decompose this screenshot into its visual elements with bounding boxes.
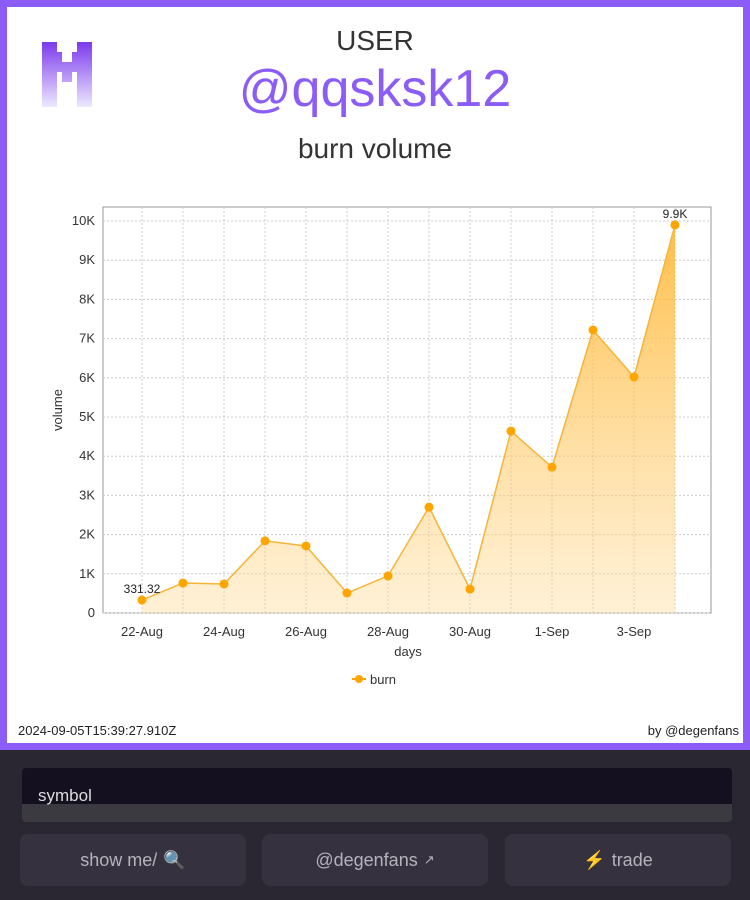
data-point: [506, 426, 516, 436]
y-tick-label: 9K: [79, 252, 95, 267]
x-tick-label: 26-Aug: [285, 624, 327, 639]
y-tick-label: 0: [88, 605, 95, 620]
symbol-input[interactable]: symbol: [22, 768, 732, 822]
y-tick-label: 1K: [79, 566, 95, 581]
symbol-input-value: symbol: [38, 786, 92, 805]
y-axis-label: volume: [50, 389, 65, 431]
degenfans-link-button[interactable]: @degenfans ↗: [262, 834, 488, 886]
data-point: [178, 578, 188, 588]
y-tick-label: 2K: [79, 527, 95, 542]
data-point: [260, 536, 270, 546]
y-tick-label: 3K: [79, 487, 95, 502]
degenfans-label: @degenfans: [315, 849, 418, 870]
y-tick-label: 7K: [79, 331, 95, 346]
trade-label: trade: [611, 849, 653, 870]
x-tick-label: 22-Aug: [121, 624, 163, 639]
y-tick-label: 4K: [79, 448, 95, 463]
x-tick-label: 1-Sep: [535, 624, 570, 639]
data-point: [342, 588, 352, 598]
data-label: 9.9K: [663, 207, 688, 221]
trade-button[interactable]: ⚡ trade: [505, 834, 731, 886]
data-point: [424, 502, 434, 512]
data-point: [219, 579, 229, 589]
y-tick-label: 6K: [79, 370, 95, 385]
x-tick-label: 24-Aug: [203, 624, 245, 639]
data-label: 331.32: [124, 582, 161, 596]
show-me-button[interactable]: show me/🔍: [20, 834, 246, 886]
burn-volume-chart: 0 1K 2K 3K 4K 5K 6K 7K 8K 9K 10K 22-Aug 24-Aug 26-Aug…: [50, 206, 712, 687]
data-point: [629, 372, 639, 382]
y-tick-label: 5K: [79, 409, 95, 424]
x-tick-label: 30-Aug: [449, 624, 491, 639]
x-axis-label: days: [394, 644, 422, 659]
data-point: [137, 595, 147, 605]
data-point: [465, 584, 475, 594]
magnifier-icon: 🔍: [163, 849, 186, 870]
data-point: [670, 220, 680, 230]
legend-marker: [355, 675, 363, 683]
lightning-icon: ⚡: [583, 849, 606, 870]
y-tick-label: 8K: [79, 291, 95, 306]
external-link-icon: ↗: [423, 852, 435, 867]
x-tick-label: 3-Sep: [617, 624, 652, 639]
show-me-label: show me/: [80, 849, 158, 870]
data-point: [588, 325, 598, 335]
data-point: [547, 462, 557, 472]
data-point: [383, 571, 393, 581]
legend-label: burn: [370, 672, 396, 687]
x-tick-label: 28-Aug: [367, 624, 409, 639]
data-point: [301, 541, 311, 551]
y-tick-label: 10K: [72, 213, 95, 228]
